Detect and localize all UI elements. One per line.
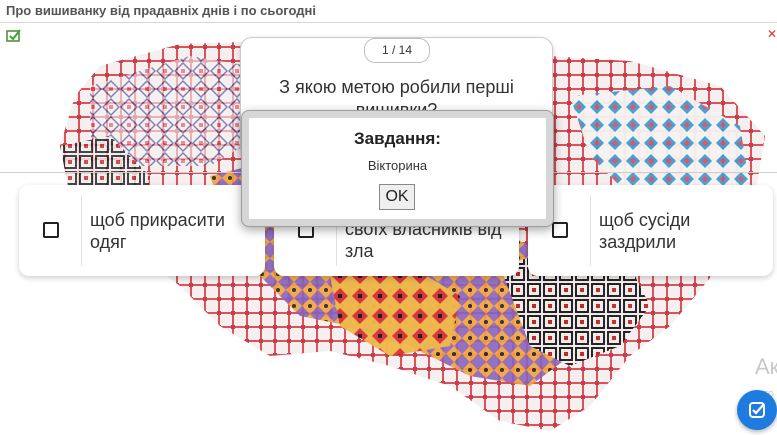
dialog-title: Завдання: (354, 129, 441, 148)
watermark-text: Ак (755, 354, 777, 379)
checkbox-icon[interactable] (43, 222, 59, 238)
answer-label: щоб сусіди заздрили (599, 210, 691, 252)
answer-separator (590, 195, 591, 266)
page-title: Про вишиванку від прадавніх днів і по сь… (6, 3, 317, 18)
ok-button[interactable]: OK (379, 184, 415, 210)
help-icon[interactable] (6, 28, 22, 42)
checkbox-icon[interactable] (552, 222, 568, 238)
answer-option-1[interactable]: щоб прикрасити одяг (19, 185, 265, 276)
question-counter: 1 / 14 (364, 38, 430, 63)
answer-option-3[interactable]: щоб сусіди заздрили (528, 185, 773, 276)
dialog-text: Вікторина (367, 158, 428, 173)
answer-separator (81, 195, 82, 266)
task-dialog: Завдання: Вікторина OK (241, 110, 554, 227)
answer-label: щоб прикрасити одяг (90, 210, 225, 252)
title-bar: Про вишиванку від прадавніх днів і по сь… (0, 0, 777, 23)
check-edit-icon[interactable] (737, 390, 777, 430)
task-dialog-body: Завдання: Вікторина OK (249, 118, 546, 219)
